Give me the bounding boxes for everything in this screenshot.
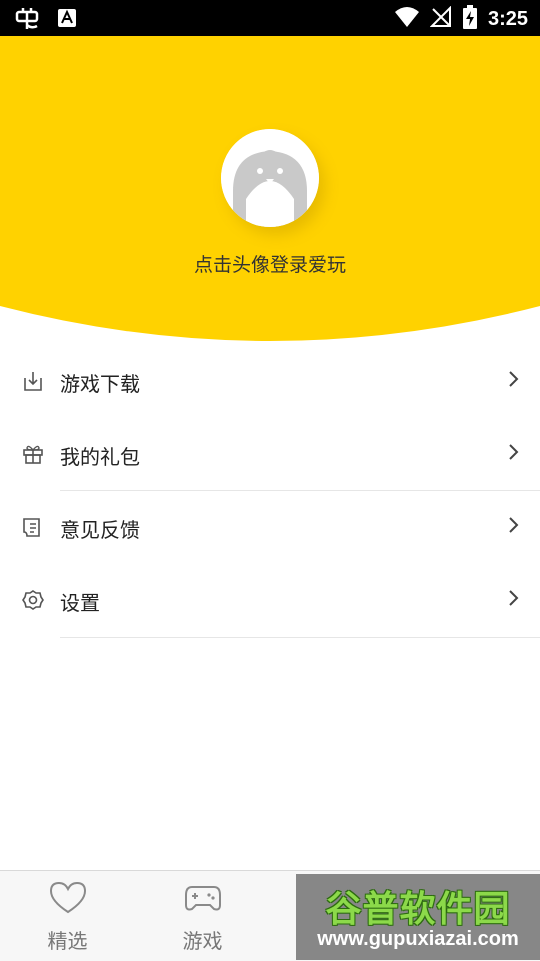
- status-bar: 3:25: [0, 0, 540, 36]
- wifi-icon: [394, 6, 420, 32]
- tab-games[interactable]: 游戏: [135, 871, 270, 961]
- menu-item-settings[interactable]: 设置: [0, 565, 540, 638]
- clock-time: 3:25: [487, 7, 528, 30]
- avatar[interactable]: [221, 129, 319, 227]
- gift-icon: [22, 443, 44, 465]
- watermark-title: 谷普软件园: [325, 889, 511, 930]
- menu-item-label: 我的礼包: [60, 445, 140, 469]
- tab-featured[interactable]: 精选: [0, 871, 135, 961]
- tab-label: 精选: [47, 929, 88, 953]
- heart-icon: [49, 881, 87, 915]
- profile-menu: 游戏下载 我的礼包 意见反馈 设置: [0, 346, 540, 638]
- a-notification-icon: [54, 5, 80, 31]
- default-avatar-icon: [221, 129, 319, 227]
- gamepad-icon: [184, 881, 222, 915]
- menu-item-game-download[interactable]: 游戏下载: [0, 346, 540, 419]
- profile-header: 点击头像登录爱玩: [0, 36, 540, 346]
- battery-charging-icon: [462, 5, 478, 33]
- watermark-overlay: 谷普软件园 www.gupuxiazai.com: [296, 874, 540, 960]
- no-signal-icon: [429, 5, 452, 32]
- menu-item-feedback[interactable]: 意见反馈: [0, 492, 540, 565]
- menu-item-my-gifts[interactable]: 我的礼包: [0, 419, 540, 492]
- menu-divider: [60, 490, 540, 491]
- menu-divider: [60, 637, 540, 638]
- download-icon: [22, 370, 44, 392]
- feedback-icon: [22, 516, 44, 538]
- menu-item-label: 游戏下载: [60, 372, 140, 396]
- chevron-right-icon: [508, 443, 520, 461]
- menu-item-label: 设置: [60, 591, 100, 615]
- chevron-right-icon: [508, 589, 520, 607]
- chevron-right-icon: [508, 516, 520, 534]
- chevron-right-icon: [508, 370, 520, 388]
- watermark-url: www.gupuxiazai.com: [317, 928, 519, 950]
- app-notification-icon: [14, 5, 40, 31]
- menu-item-label: 意见反馈: [60, 518, 140, 542]
- login-prompt[interactable]: 点击头像登录爱玩: [0, 250, 540, 277]
- tab-label: 游戏: [182, 929, 223, 953]
- settings-icon: [22, 589, 44, 611]
